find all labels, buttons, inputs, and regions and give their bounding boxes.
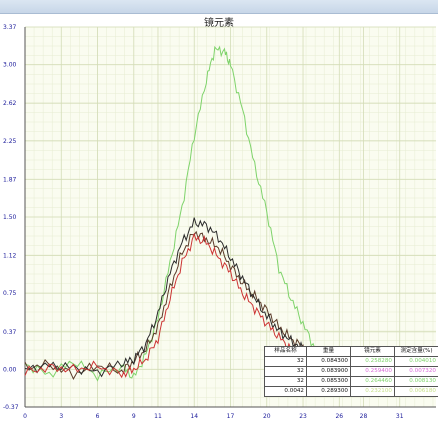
x-tick-label: 28 <box>360 413 368 420</box>
y-tick-label: 2.25 <box>3 138 17 145</box>
x-tick-label: 26 <box>335 413 343 420</box>
y-tick-label: 1.12 <box>3 253 17 260</box>
legend-header-name: 样品名称 <box>264 346 307 357</box>
legend-cell-weight: 0.083900 <box>306 366 351 377</box>
y-tick-label: 1.87 <box>3 176 17 183</box>
legend-row: 32 0.083900 0.259400 0.007320 <box>264 366 438 377</box>
legend-header-row: 样品名称 重量 镜元素 测定含量(%) <box>264 346 438 357</box>
y-tick-label: 3.37 <box>3 24 17 31</box>
legend-cell-content: 0.008130 <box>394 376 438 387</box>
legend-cell-content: 0.006180 <box>394 386 438 397</box>
legend-cell-weight: 0.289300 <box>306 386 351 397</box>
legend-cell-measured: 0.258280 <box>350 356 395 367</box>
y-tick-label: 0.75 <box>3 290 17 297</box>
x-tick-label: 9 <box>132 413 136 420</box>
legend-cell-content: 0.004010 <box>394 356 438 367</box>
legend-header-measured: 镜元素 <box>350 346 395 357</box>
legend-cell-name: 32 <box>264 366 307 377</box>
legend-cell-name: 32 <box>264 376 307 387</box>
legend-row: 0.0042 0.289300 0.232100 0.006180 <box>264 386 438 397</box>
legend-cell-name: 0.0042 <box>264 386 307 397</box>
legend-row: 32 0.085300 0.264460 0.008130 <box>264 376 438 387</box>
x-tick-label: 3 <box>59 413 63 420</box>
y-tick-label: 2.62 <box>3 100 17 107</box>
y-tick-label: 1.50 <box>3 214 17 221</box>
x-tick-label: 14 <box>190 413 198 420</box>
legend-cell-content: 0.007320 <box>394 366 438 377</box>
x-tick-label: 23 <box>299 413 307 420</box>
legend-table: 样品名称 重量 镜元素 测定含量(%) 32 0.084300 0.258280 0.… <box>264 346 438 397</box>
legend-cell-measured: 0.259400 <box>350 366 395 377</box>
legend-row: 32 0.084300 0.258280 0.004010 <box>264 356 438 367</box>
legend-cell-measured: 0.264460 <box>350 376 395 387</box>
x-tick-label: 31 <box>396 413 404 420</box>
y-tick-label: 0.00 <box>3 366 17 373</box>
window-title-bar <box>0 0 438 14</box>
x-tick-label: 6 <box>96 413 100 420</box>
legend-cell-weight: 0.085300 <box>306 376 351 387</box>
chart-area: 镜元素 -0.37 0.00 0.37 0.75 1.12 1.50 1.87 2.25 2.6… <box>0 13 438 422</box>
legend-cell-name: 32 <box>264 356 307 367</box>
legend-header-content: 测定含量(%) <box>394 346 438 357</box>
x-tick-label: 17 <box>227 413 235 420</box>
x-tick-label: 11 <box>154 413 162 420</box>
y-tick-label: 0.37 <box>3 329 17 336</box>
legend-cell-weight: 0.084300 <box>306 356 351 367</box>
y-tick-label: 3.00 <box>3 62 17 69</box>
y-tick-label: -0.37 <box>3 404 19 411</box>
legend-cell-measured: 0.232100 <box>350 386 395 397</box>
x-tick-label: 0 <box>23 413 27 420</box>
legend-header-weight: 重量 <box>306 346 351 357</box>
x-tick-label: 20 <box>263 413 271 420</box>
